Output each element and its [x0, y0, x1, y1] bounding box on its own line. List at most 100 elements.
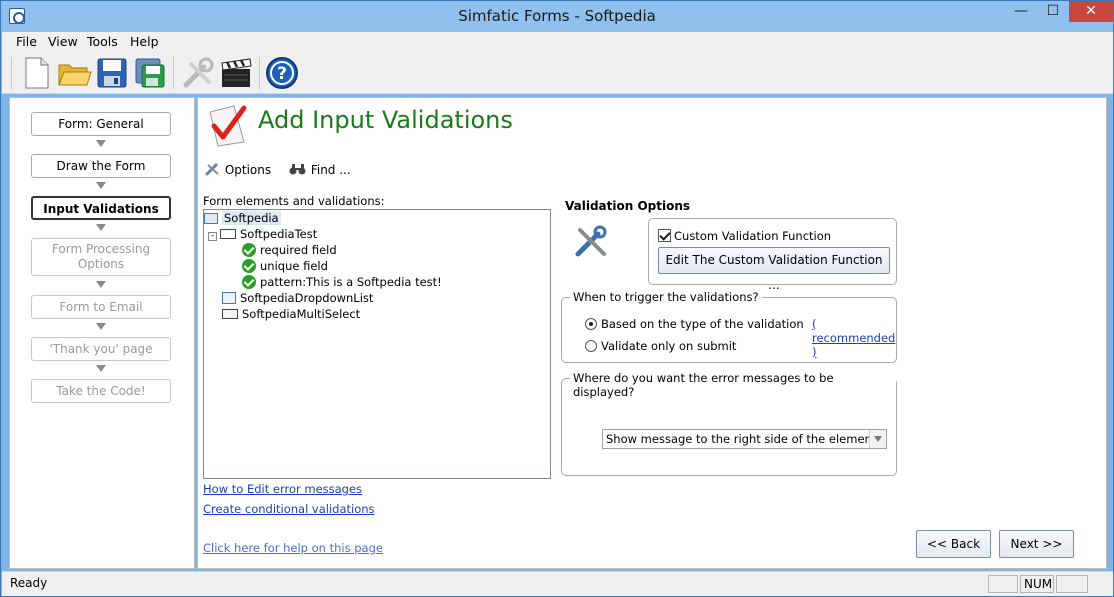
tree-node-dropdown[interactable]: SoftpediaDropdownList	[222, 291, 373, 305]
step-arrow-icon	[96, 281, 106, 288]
step-form-to-email[interactable]: Form to Email	[31, 295, 171, 319]
tree-validation-item[interactable]: pattern:This is a Softpedia test!	[242, 275, 442, 289]
tree-field-label: SoftpediaDropdownList	[240, 291, 374, 305]
trigger-submit-radio[interactable]: Validate only on submit	[585, 339, 736, 353]
custom-validation-checkbox[interactable]: Custom Validation Function	[658, 229, 831, 243]
chevron-down-icon	[869, 430, 886, 448]
step-arrow-icon	[96, 182, 106, 189]
checkbox-checked-icon	[658, 229, 671, 242]
toolbar-separator	[173, 57, 174, 89]
step-take-the-code[interactable]: Take the Code!	[31, 379, 171, 403]
recommended-link[interactable]: ( recommended )	[812, 317, 896, 359]
radio-selected-icon	[585, 318, 597, 330]
error-display-legend: Where do you want the error messages to …	[570, 371, 896, 399]
step-arrow-icon	[96, 224, 106, 231]
wizard-steps-panel: Form: General Draw the Form Input Valida…	[9, 97, 195, 569]
dropdown-list-icon	[222, 292, 236, 304]
menu-help[interactable]: Help	[130, 34, 159, 49]
tree-node-softpediatest[interactable]: - SoftpediaTest	[208, 227, 317, 241]
trigger-group: When to trigger the validations? Based o…	[561, 290, 897, 363]
help-link[interactable]: Click here for help on this page	[203, 541, 383, 555]
next-button[interactable]: Next >>	[999, 530, 1074, 558]
open-folder-icon[interactable]	[56, 55, 92, 91]
step-thank-you-page[interactable]: 'Thank you' page	[31, 337, 171, 361]
tree-field-label: SoftpediaTest	[240, 227, 318, 241]
find-button[interactable]: Find ...	[289, 162, 351, 177]
tools-icon	[574, 224, 610, 258]
close-button[interactable]: ✕	[1069, 1, 1113, 22]
save-icon[interactable]	[94, 55, 130, 91]
validation-check-icon	[204, 102, 250, 148]
new-document-icon[interactable]	[18, 55, 54, 91]
app-window: Simfatic Forms - Softpedia — ☐ ✕ File Vi…	[0, 0, 1114, 597]
edit-custom-function-button[interactable]: Edit The Custom Validation Function ...	[658, 247, 890, 292]
form-elements-tree[interactable]: Softpedia - SoftpediaTest required field …	[203, 209, 551, 479]
tree-label: Form elements and validations:	[203, 194, 385, 208]
trigger-submit-label: Validate only on submit	[601, 339, 737, 353]
help-icon[interactable]: ?	[264, 55, 300, 91]
menu-tools[interactable]: Tools	[87, 34, 118, 49]
validation-label: pattern:This is a Softpedia test!	[260, 275, 442, 289]
step-draw-the-form[interactable]: Draw the Form	[31, 154, 171, 178]
validation-label: required field	[260, 243, 337, 257]
status-text: Ready	[10, 576, 48, 590]
validation-label: unique field	[260, 259, 328, 273]
status-cell-scroll	[1056, 575, 1088, 593]
custom-validation-group: Custom Validation Function Edit The Cust…	[648, 218, 897, 292]
step-input-validations[interactable]: Input Validations	[31, 196, 171, 220]
minimize-button[interactable]: —	[1005, 1, 1037, 22]
tree-root-label: Softpedia	[222, 211, 281, 225]
main-content: Add Input Validations Options Find ... F…	[197, 97, 1107, 569]
toolbar-grip	[11, 57, 12, 89]
radio-unselected-icon	[585, 340, 597, 352]
menu-file[interactable]: File	[16, 34, 37, 49]
conditional-validations-link[interactable]: Create conditional validations	[203, 502, 375, 516]
back-button[interactable]: << Back	[916, 530, 991, 558]
trigger-legend: When to trigger the validations?	[570, 290, 762, 304]
validation-options-title: Validation Options	[565, 199, 691, 213]
custom-validation-label: Custom Validation Function	[674, 229, 832, 243]
step-arrow-icon	[96, 140, 106, 147]
status-bar: Ready NUM	[2, 571, 1113, 596]
tree-root[interactable]: Softpedia	[204, 211, 281, 225]
green-check-icon	[242, 243, 256, 257]
title-bar: Simfatic Forms - Softpedia — ☐ ✕	[1, 1, 1113, 32]
tree-field-label: SoftpediaMultiSelect	[242, 307, 361, 321]
green-check-icon	[242, 259, 256, 273]
toolbar-separator	[259, 57, 260, 89]
status-cell-caps	[988, 575, 1018, 593]
svg-text:?: ?	[277, 64, 287, 84]
maximize-button[interactable]: ☐	[1037, 1, 1069, 22]
save-as-icon[interactable]	[132, 55, 168, 91]
multiselect-icon	[222, 309, 238, 319]
collapse-icon[interactable]: -	[208, 232, 217, 241]
form-icon	[204, 213, 218, 224]
tree-validation-item[interactable]: required field	[242, 243, 337, 257]
step-form-general[interactable]: Form: General	[31, 112, 171, 136]
page-title: Add Input Validations	[258, 106, 513, 134]
tree-node-multiselect[interactable]: SoftpediaMultiSelect	[222, 307, 360, 321]
green-check-icon	[242, 275, 256, 289]
step-arrow-icon	[96, 323, 106, 330]
window-title: Simfatic Forms - Softpedia	[458, 7, 656, 25]
binoculars-icon	[289, 162, 307, 176]
options-label: Options	[224, 163, 272, 177]
menu-bar: File View Tools Help	[2, 32, 1113, 52]
error-position-select[interactable]: Show message to the right side of the el…	[602, 429, 887, 449]
error-display-group: Where do you want the error messages to …	[561, 371, 897, 476]
build-tools-icon[interactable]	[180, 55, 216, 91]
toolbar: ?	[2, 52, 1113, 94]
status-cell-num: NUM	[1020, 575, 1054, 593]
trigger-type-radio[interactable]: Based on the type of the validation	[585, 317, 804, 331]
step-form-processing-options[interactable]: Form Processing Options	[31, 238, 171, 276]
error-position-value: Show message to the right side of the el…	[606, 432, 877, 446]
clapperboard-icon[interactable]	[218, 55, 254, 91]
textbox-icon	[220, 229, 236, 239]
edit-error-messages-link[interactable]: How to Edit error messages	[203, 482, 362, 496]
options-button[interactable]: Options	[205, 162, 271, 177]
tools-icon	[205, 162, 221, 176]
menu-view[interactable]: View	[48, 34, 78, 49]
step-arrow-icon	[96, 365, 106, 372]
find-label: Find ...	[310, 163, 351, 177]
tree-validation-item[interactable]: unique field	[242, 259, 328, 273]
